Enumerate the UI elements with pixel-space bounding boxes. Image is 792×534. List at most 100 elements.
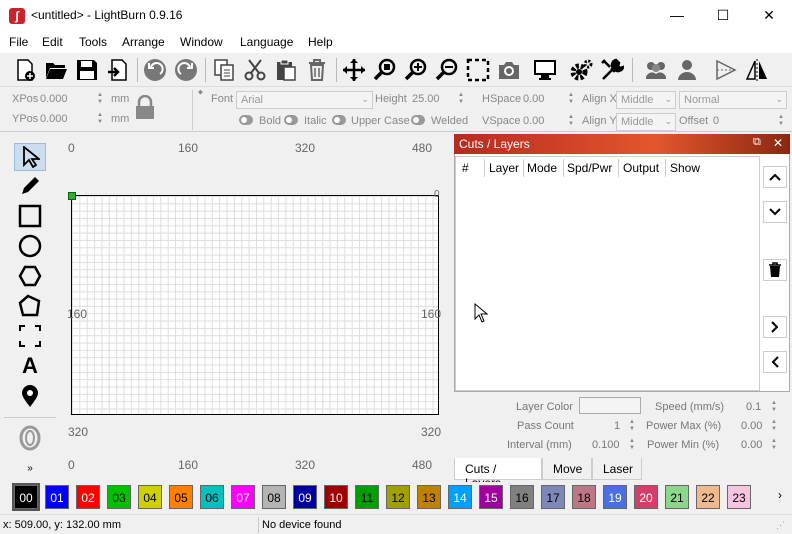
text-tool-icon[interactable]: A xyxy=(14,352,46,380)
palette-swatch-10[interactable]: 10 xyxy=(324,485,348,509)
map-pin-icon[interactable] xyxy=(14,382,46,410)
palette-swatch-23[interactable]: 23 xyxy=(727,485,751,509)
minimize-button[interactable]: — xyxy=(654,0,700,31)
delete-layer-button[interactable] xyxy=(763,259,787,281)
move-layer-up-button[interactable] xyxy=(763,166,787,188)
pencil-draw-icon[interactable] xyxy=(14,172,46,200)
palette-swatch-05[interactable]: 05 xyxy=(169,485,193,509)
mirror-vertical-icon[interactable] xyxy=(743,56,771,84)
cuts-table[interactable]: # Layer Mode Spd/Pwr Output Show xyxy=(455,156,760,391)
pass-count-spinner[interactable]: ▲ ▼ xyxy=(628,419,636,433)
palette-swatch-02[interactable]: 02 xyxy=(76,485,100,509)
pass-count-field[interactable]: 1 xyxy=(614,420,620,432)
menu-window[interactable]: Window xyxy=(180,35,223,49)
col-header-spdpwr[interactable]: Spd/Pwr xyxy=(567,161,612,175)
ellipse-icon[interactable] xyxy=(14,232,46,260)
power-max-field[interactable]: 0.00 xyxy=(741,420,762,432)
open-folder-icon[interactable] xyxy=(42,56,70,84)
offset-path-icon[interactable] xyxy=(14,424,46,452)
vspace-spinner[interactable]: ▲ ▼ xyxy=(567,114,575,128)
copy-icon[interactable] xyxy=(210,56,238,84)
save-icon[interactable] xyxy=(73,56,101,84)
palette-swatch-09[interactable]: 09 xyxy=(293,485,317,509)
text-mode-select[interactable]: Normal ⌄ xyxy=(679,91,787,109)
palette-swatch-11[interactable]: 11 xyxy=(355,485,379,509)
frame-selection-icon[interactable] xyxy=(464,56,492,84)
font-select[interactable]: Arial ⌄ xyxy=(236,91,373,109)
palette-swatch-08[interactable]: 08 xyxy=(262,485,286,509)
paste-icon[interactable] xyxy=(272,56,300,84)
menu-language[interactable]: Language xyxy=(240,35,293,49)
palette-swatch-03[interactable]: 03 xyxy=(107,485,131,509)
power-min-field[interactable]: 0.00 xyxy=(741,439,762,451)
hspace-spinner[interactable]: ▲ ▼ xyxy=(567,92,575,106)
italic-toggle[interactable] xyxy=(284,115,298,125)
col-header-number[interactable]: # xyxy=(462,161,469,175)
menu-help[interactable]: Help xyxy=(308,35,333,49)
vspace-field[interactable]: 0.00 xyxy=(523,115,544,127)
cut-icon[interactable] xyxy=(241,56,269,84)
palette-swatch-22[interactable]: 22 xyxy=(696,485,720,509)
user-icon[interactable] xyxy=(673,56,701,84)
tools-wrench-icon[interactable] xyxy=(598,56,626,84)
palette-swatch-06[interactable]: 06 xyxy=(200,485,224,509)
uppercase-toggle[interactable] xyxy=(332,115,346,125)
monitor-icon[interactable] xyxy=(531,56,559,84)
speed-field[interactable]: 0.1 xyxy=(746,401,761,413)
palette-swatch-12[interactable]: 12 xyxy=(386,485,410,509)
palette-swatch-01[interactable]: 01 xyxy=(45,485,69,509)
hexagon-icon[interactable] xyxy=(14,262,46,290)
import-icon[interactable] xyxy=(104,56,132,84)
palette-swatch-18[interactable]: 18 xyxy=(572,485,596,509)
bold-toggle[interactable] xyxy=(239,115,253,125)
zoom-out-icon[interactable] xyxy=(433,56,461,84)
undo-icon[interactable] xyxy=(141,56,169,84)
menu-arrange[interactable]: Arrange xyxy=(122,35,165,49)
col-header-show[interactable]: Show xyxy=(670,161,700,175)
col-header-layer[interactable]: Layer xyxy=(489,161,519,175)
position-lasercut-icon[interactable] xyxy=(14,322,46,350)
close-button[interactable]: ✕ xyxy=(746,0,792,31)
offset-field[interactable]: 0 xyxy=(713,115,719,127)
ypos-spinner[interactable]: ▲ ▼ xyxy=(96,112,104,126)
welded-toggle[interactable] xyxy=(411,115,425,125)
height-spinner[interactable]: ▲ ▼ xyxy=(457,92,465,106)
interval-spinner[interactable]: ▲ ▼ xyxy=(628,438,636,452)
speed-spinner[interactable]: ▲ ▼ xyxy=(770,400,778,414)
palette-swatch-04[interactable]: 04 xyxy=(138,485,162,509)
settings-gear-icon[interactable] xyxy=(567,56,595,84)
layer-color-swatch[interactable] xyxy=(579,397,641,414)
menu-file[interactable]: File xyxy=(9,35,28,49)
palette-swatch-21[interactable]: 21 xyxy=(665,485,689,509)
tab-laser[interactable]: Laser xyxy=(592,458,642,480)
zoom-in-icon[interactable] xyxy=(402,56,430,84)
palette-swatch-19[interactable]: 19 xyxy=(603,485,627,509)
palette-swatch-13[interactable]: 13 xyxy=(417,485,441,509)
palette-swatch-00[interactable]: 00 xyxy=(12,483,40,511)
move-icon[interactable] xyxy=(340,56,368,84)
lock-icon[interactable] xyxy=(134,94,156,124)
maximize-button[interactable]: ☐ xyxy=(700,0,746,31)
col-header-output[interactable]: Output xyxy=(623,161,659,175)
col-header-mode[interactable]: Mode xyxy=(527,161,557,175)
interval-field[interactable]: 0.100 xyxy=(592,439,620,451)
delete-icon[interactable] xyxy=(303,56,331,84)
power-max-spinner[interactable]: ▲ ▼ xyxy=(770,419,778,433)
float-panel-icon[interactable]: ⧉ xyxy=(753,136,761,149)
polygon-icon[interactable] xyxy=(14,292,46,320)
alignx-select[interactable]: Middle ⌄ xyxy=(616,91,676,109)
zoom-selection-icon[interactable] xyxy=(371,56,399,84)
palette-swatch-20[interactable]: 20 xyxy=(634,485,658,509)
palette-swatch-14[interactable]: 14 xyxy=(448,485,472,509)
menu-edit[interactable]: Edit xyxy=(42,35,63,49)
hspace-field[interactable]: 0.00 xyxy=(523,93,544,105)
height-field[interactable]: 25.00 xyxy=(412,93,440,105)
work-area-grid[interactable] xyxy=(71,195,439,415)
palette-swatch-16[interactable]: 16 xyxy=(510,485,534,509)
ypos-field[interactable]: 0.000 xyxy=(40,113,68,125)
menu-tools[interactable]: Tools xyxy=(79,35,107,49)
power-min-spinner[interactable]: ▲ ▼ xyxy=(770,438,778,452)
tab-move[interactable]: Move xyxy=(542,458,592,480)
mirror-horizontal-icon[interactable] xyxy=(712,56,740,84)
xpos-field[interactable]: 0.000 xyxy=(40,93,68,105)
